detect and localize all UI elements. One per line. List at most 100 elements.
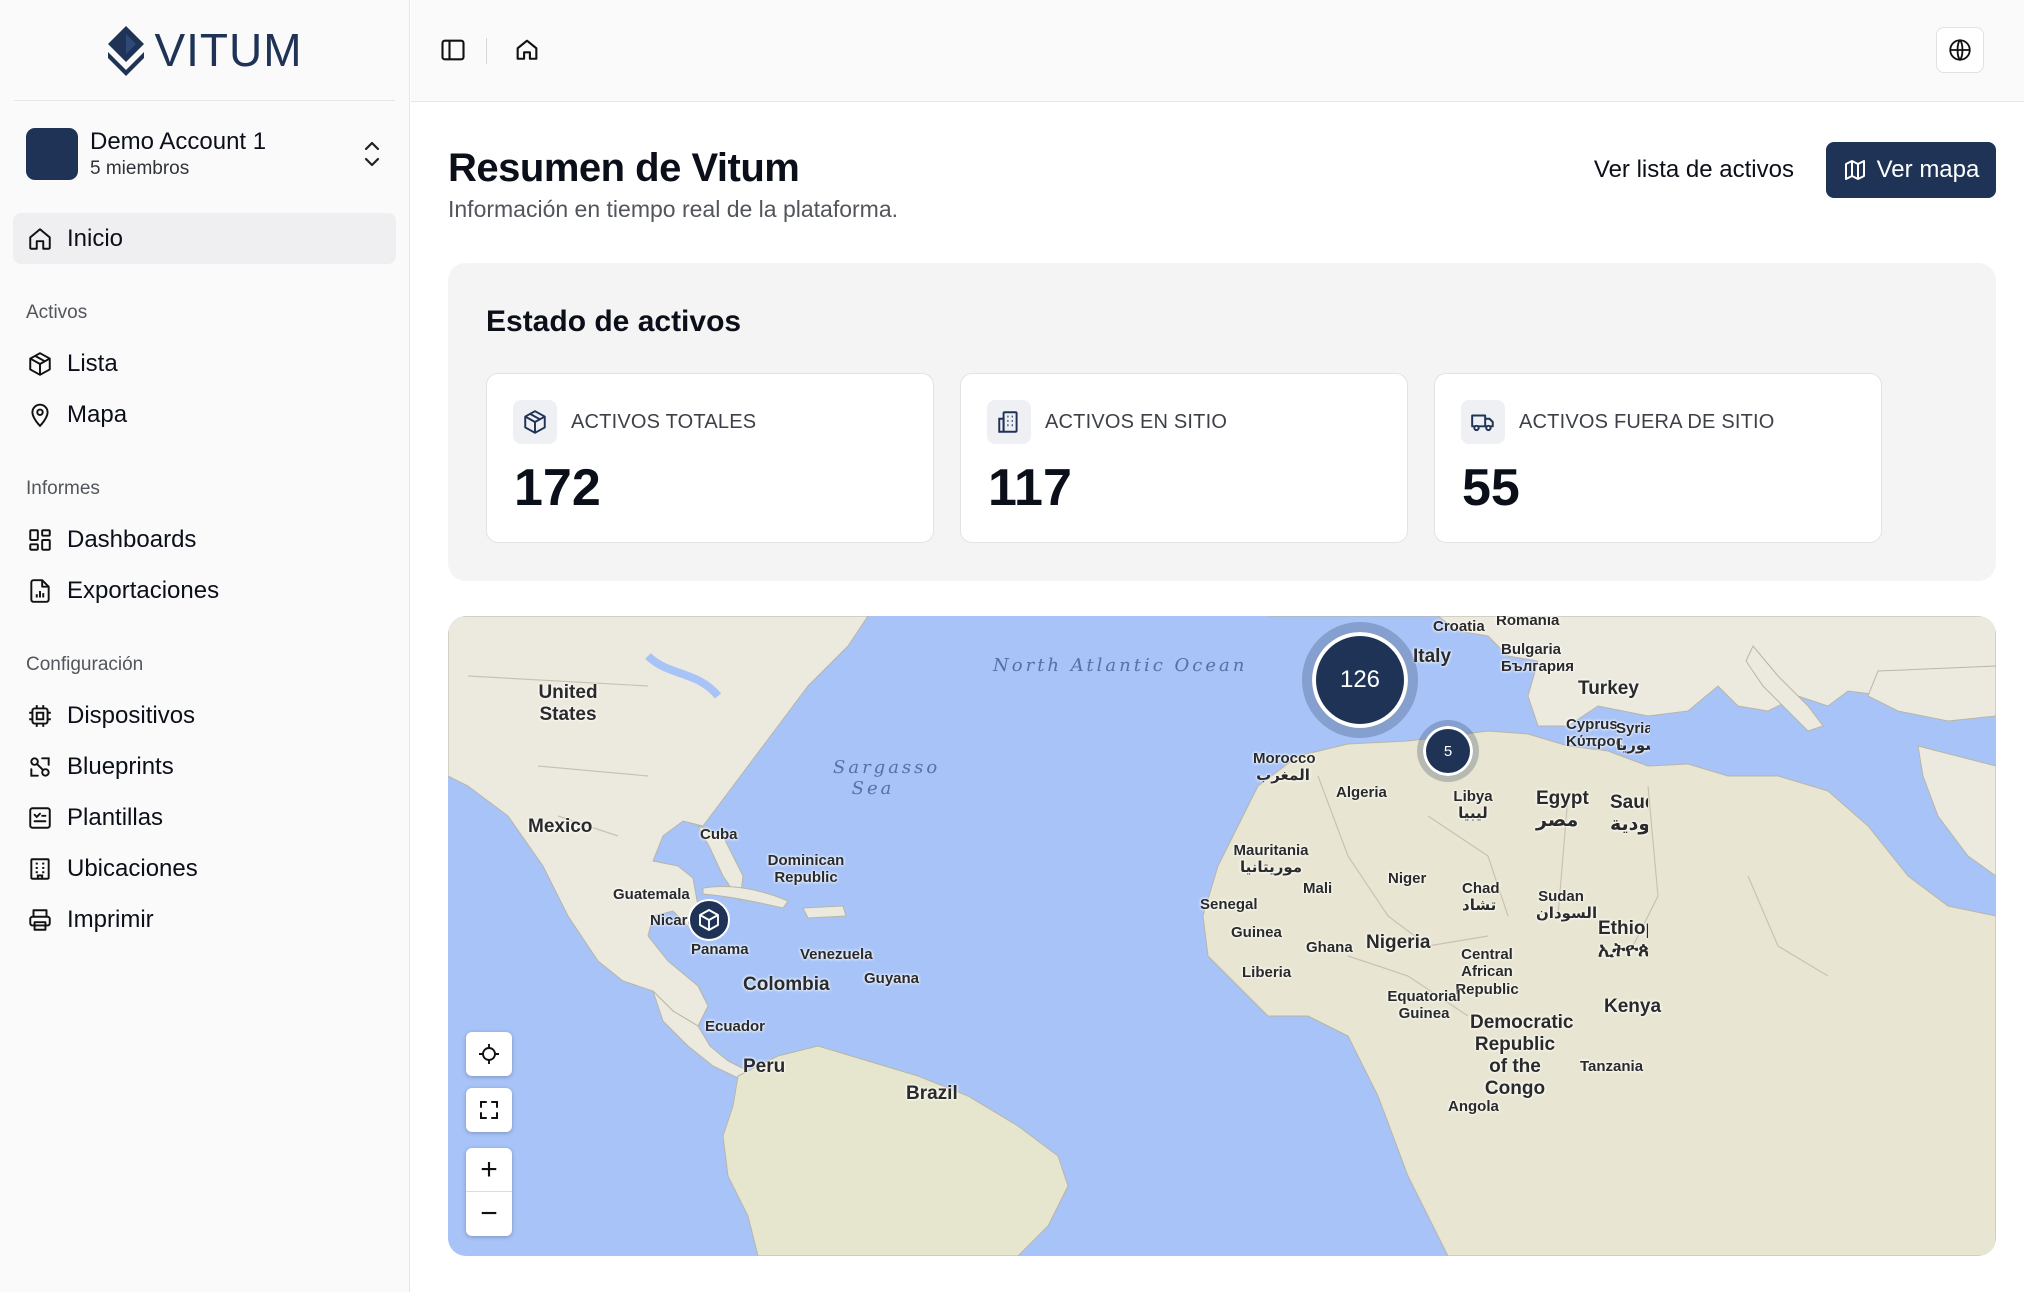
topbar [411,0,2024,102]
file-chart-icon [30,578,50,603]
map-cluster-126[interactable]: 126 [1312,632,1408,728]
account-members: 5 miembros [90,158,190,179]
language-button[interactable] [1936,27,1984,73]
map-label: Sudan السودان [1536,888,1598,923]
sidebar-item-dispositivos[interactable]: Dispositivos [13,690,396,741]
sidebar-item-label: Lista [67,349,118,377]
page-title: Resumen de Vitum [448,146,800,190]
home-breadcrumb-icon[interactable] [513,36,541,64]
sidebar-item-label: Ubicaciones [67,854,198,882]
map-label: Saudi السعودية [1610,792,1648,835]
map-label: Tanzania [1580,1058,1644,1075]
cluster-count: 126 [1339,666,1381,693]
sidebar-item-label: Exportaciones [67,576,220,604]
map-label: United States [538,682,598,725]
sidebar-item-inicio[interactable]: Inicio [13,213,396,264]
sidebar-item-label: Blueprints [67,752,174,780]
map-label: Cuba [700,826,738,843]
zoom-out-button[interactable]: − [466,1192,512,1236]
brand-name: VITUM [154,24,303,76]
map-label: Ecuador [705,1018,766,1035]
map-label: Brazil [906,1083,958,1104]
section-title-activos: Activos [26,302,88,323]
stat-onsite-assets: ACTIVOS EN SITIO 117 [960,373,1408,543]
stat-total-assets: ACTIVOS TOTALES 172 [486,373,934,543]
map-cluster-5[interactable]: 5 [1423,726,1473,776]
map-label: Egypt مصر [1536,788,1589,831]
chevrons-up-down-icon [364,141,380,167]
map-label: Romania [1496,616,1560,629]
locate-button[interactable] [466,1032,512,1076]
map-label: Chad تشاد [1462,880,1500,915]
zoom-in-button[interactable]: + [466,1148,512,1192]
stat-label: ACTIVOS TOTALES [571,411,757,433]
map-label: Mexico [528,816,593,837]
sidebar-item-imprimir[interactable]: Imprimir [13,894,396,945]
asset-status-title: Estado de activos [486,305,742,338]
map-label: Ethiopia ኢትዮጵያ [1598,918,1648,961]
map-label: Democratic Republic of the Congo [1470,1012,1574,1099]
map-label: Liberia [1242,964,1292,981]
map-label: Venezuela [800,946,873,963]
map-label: Guatemala [613,886,690,903]
assets-map[interactable]: North Atlantic Ocean Sargasso Sea United… [448,616,1996,1256]
map-land [448,616,1996,1256]
sidebar: VITUM Demo Account 1 5 miembros Inicio A… [0,0,410,1292]
account-switcher[interactable]: Demo Account 1 5 miembros [0,101,409,207]
asset-status-card: Estado de activos ACTIVOS TOTALES 172 AC… [448,263,1996,581]
truck-icon [1461,400,1505,444]
sidebar-item-exportaciones[interactable]: Exportaciones [13,565,396,616]
printer-icon [29,908,51,931]
template-icon [29,806,51,829]
building-icon [987,400,1031,444]
stat-value: 117 [988,459,1072,517]
sidebar-item-ubicaciones[interactable]: Ubicaciones [13,843,396,894]
brand-logo[interactable]: VITUM [14,0,395,101]
map-label: Colombia [743,974,830,995]
sidebar-item-label: Dashboards [67,525,197,553]
map-label: Angola [1448,1098,1499,1115]
stat-value: 172 [514,459,601,517]
map-label: Kenya [1604,996,1662,1017]
sidebar-item-mapa[interactable]: Mapa [13,389,396,440]
sidebar-item-plantillas[interactable]: Plantillas [13,792,396,843]
sidebar-item-lista[interactable]: Lista [13,338,396,389]
ocean-label-north-atlantic: North Atlantic Ocean [993,655,1248,676]
account-avatar [26,128,78,180]
map-label: Niger [1388,870,1427,887]
sidebar-item-dashboards[interactable]: Dashboards [13,514,396,565]
box-icon [29,351,51,376]
zoom-controls: + − [466,1148,512,1236]
stat-value: 55 [1462,459,1520,517]
map-label: Bulgaria България [1501,641,1574,676]
view-map-button[interactable]: Ver mapa [1826,142,1996,198]
sidebar-toggle-icon[interactable] [439,36,467,64]
fullscreen-button[interactable] [466,1088,512,1132]
view-map-label: Ver mapa [1876,156,1980,183]
cluster-count: 5 [1443,742,1453,760]
section-title-configuracion: Configuración [26,654,144,675]
fullscreen-icon [480,1101,498,1119]
map-pin-icon [31,403,49,427]
view-assets-list-link[interactable]: Ver lista de activos [1594,156,1794,184]
map-label: Equatorial Guinea [1387,988,1461,1023]
stat-label: ACTIVOS EN SITIO [1045,411,1228,433]
map-label: Senegal [1200,896,1258,913]
map-label: Mauritania موريتانيا [1233,842,1309,877]
map-label: Morocco المغرب [1253,750,1316,785]
crosshair-icon [479,1044,499,1064]
map-icon [1844,160,1865,180]
sidebar-item-blueprints[interactable]: Blueprints [13,741,396,792]
map-asset-marker[interactable] [688,899,730,941]
map-label: Croatia [1433,618,1485,635]
map-label: Panama [691,941,749,958]
sidebar-item-label: Dispositivos [67,701,196,729]
map-label: Syria سوريا [1616,720,1650,755]
blueprint-icon [30,756,50,777]
sidebar-item-label: Mapa [67,400,128,428]
map-label: Algeria [1336,784,1387,801]
cpu-icon [29,704,51,727]
box-icon [699,909,719,931]
map-label: Libya ليبيا [1453,788,1493,823]
home-icon [29,227,51,250]
